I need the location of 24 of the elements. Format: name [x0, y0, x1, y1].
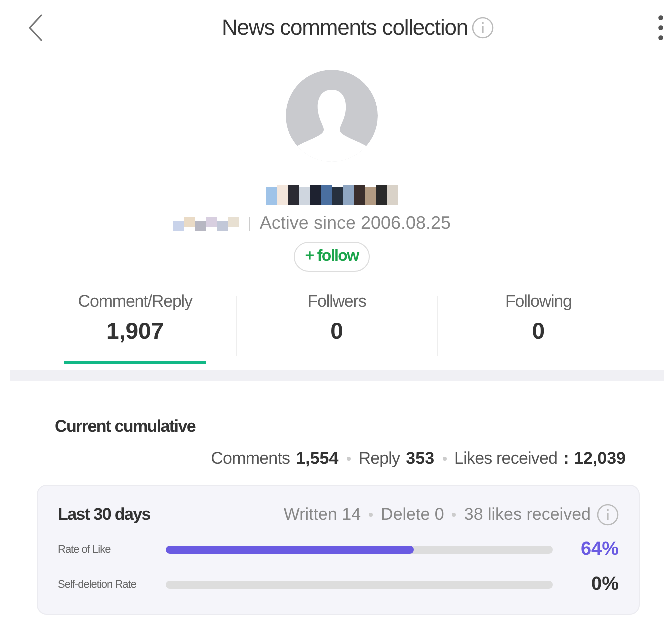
stat-label: Reply	[358, 449, 400, 469]
stat-value: 353	[406, 449, 435, 469]
back-icon[interactable]	[28, 13, 44, 43]
rate-value: 0%	[590, 574, 619, 596]
stat-tab[interactable]: Follwers 0	[294, 288, 380, 364]
rate-label: Self-deletion Rate	[58, 579, 138, 591]
rate-value: 64%	[580, 539, 619, 561]
section-title: Current cumulative	[55, 417, 197, 437]
stat-tab[interactable]: Following 0	[491, 288, 586, 364]
stat-text: Written 14	[284, 505, 362, 525]
stat-value: : 12,039	[564, 449, 626, 469]
page-title: News comments collection	[222, 15, 468, 41]
avatar-icon	[286, 70, 378, 162]
stat-tab[interactable]: Comment/Reply 1,907	[64, 288, 206, 364]
stat-text: 38 likes received	[464, 505, 591, 525]
card-title: Last 30 days	[58, 505, 150, 525]
pixelated-id	[172, 216, 239, 230]
rate-label: Rate of Like	[58, 544, 112, 556]
stat-label: Comments	[211, 449, 290, 469]
more-icon[interactable]	[658, 15, 664, 41]
stat-label: Likes received	[454, 449, 558, 469]
stat-value: 1,554	[296, 449, 339, 469]
active-since-text: Active since 2006.08.25	[260, 213, 452, 234]
stat-text: Delete 0	[381, 505, 444, 525]
